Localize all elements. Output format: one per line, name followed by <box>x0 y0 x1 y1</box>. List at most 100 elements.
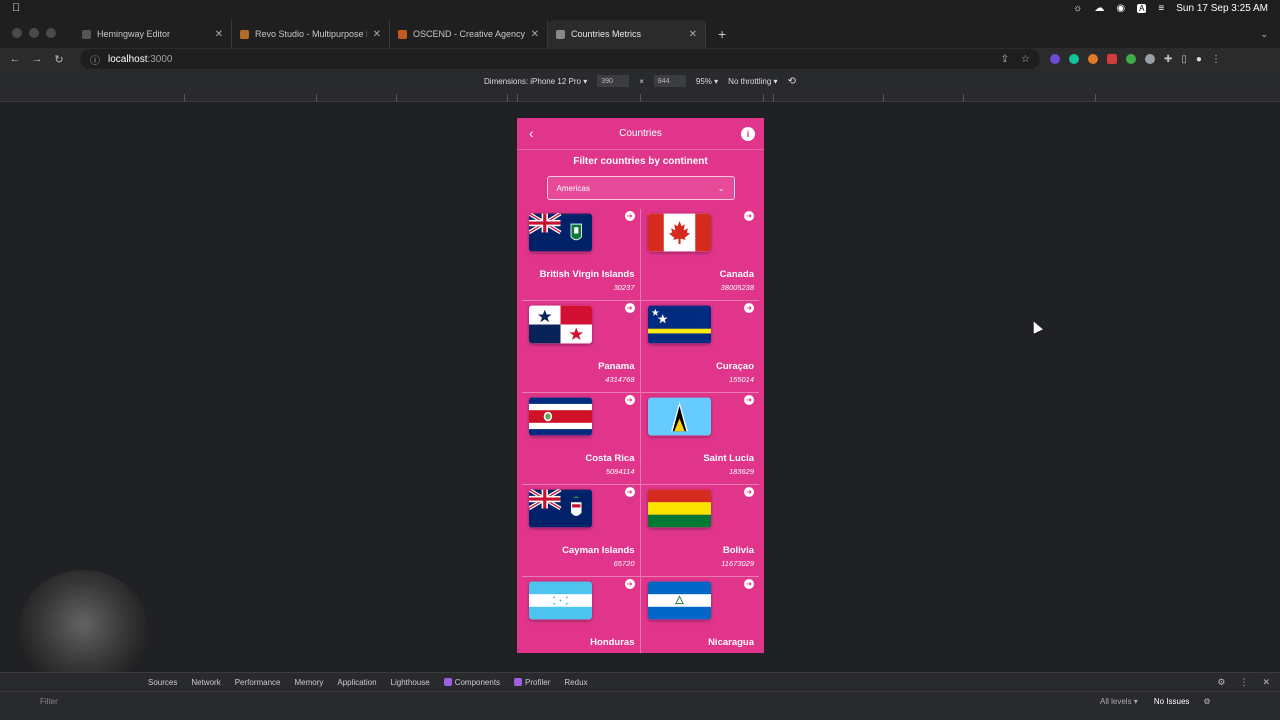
country-card[interactable]: ➜ Nicaragua 6624554 <box>641 577 760 653</box>
close-devtools-icon[interactable]: ✕ <box>1262 677 1270 688</box>
control-center-icon[interactable]: ≡ <box>1158 3 1164 14</box>
tab-search-chevron-icon[interactable]: ⌄ <box>1260 29 1268 40</box>
country-name: Cayman Islands <box>562 545 635 556</box>
devtools-tab[interactable]: Memory <box>295 678 324 687</box>
browser-menu-icon[interactable]: ⋮ <box>1211 54 1221 65</box>
input-source-badge[interactable]: A <box>1137 3 1147 13</box>
close-tab-icon[interactable]: ✕ <box>689 29 697 40</box>
arrow-right-circle-icon[interactable]: ➜ <box>744 579 754 589</box>
country-card[interactable]: ➜ Bolivia 11673029 <box>640 485 759 577</box>
brightness-icon[interactable]: ☼ <box>1073 3 1082 14</box>
arrow-right-circle-icon[interactable]: ➜ <box>744 211 754 221</box>
country-card[interactable]: ➜ Canada 38005238 <box>640 209 759 301</box>
back-arrow-icon[interactable]: ← <box>4 53 26 65</box>
close-tab-icon[interactable]: ✕ <box>215 29 223 40</box>
more-options-icon[interactable]: ⋮ <box>1239 677 1248 688</box>
share-icon[interactable]: ⇪ <box>1001 54 1009 65</box>
country-name: Nicaragua <box>708 637 754 648</box>
devtools-tab[interactable]: Sources <box>148 678 177 687</box>
country-card[interactable]: ➜ Curaçao 155014 <box>640 301 759 393</box>
device-viewport: ‹ Countries i Filter countries by contin… <box>0 102 1280 672</box>
extension-icon[interactable] <box>1050 54 1060 64</box>
app-title: Countries <box>619 128 662 139</box>
flag-canada <box>647 213 711 252</box>
zoom-dropdown[interactable]: 95% ▾ <box>696 77 718 86</box>
arrow-right-circle-icon[interactable]: ➜ <box>624 395 635 405</box>
country-card[interactable]: ➜ British Virgin Islands 30237 <box>522 209 641 301</box>
throttling-dropdown[interactable]: No throttling ▾ <box>728 77 777 86</box>
devtools-tab[interactable]: Performance <box>235 678 281 687</box>
forward-arrow-icon[interactable]: → <box>26 53 48 65</box>
console-settings-icon[interactable]: ⚙ <box>1203 697 1210 706</box>
back-chevron-icon[interactable]: ‹ <box>529 125 534 141</box>
country-name: Panama <box>598 361 635 372</box>
country-card[interactable]: ➜ Cayman Islands 65720 <box>522 485 641 577</box>
extension-icon[interactable] <box>1088 54 1098 64</box>
country-population: 38005238 <box>720 283 754 292</box>
mouse-cursor-icon <box>1029 319 1043 334</box>
country-population: 9904608 <box>605 651 634 653</box>
flag-bolivia <box>647 489 711 528</box>
cloud-icon[interactable]: ☁ <box>1094 3 1104 14</box>
arrow-right-circle-icon[interactable]: ➜ <box>744 395 754 405</box>
settings-gear-icon[interactable]: ⚙ <box>1217 677 1225 688</box>
device-width-input[interactable]: 390 <box>597 75 630 87</box>
extension-icon[interactable] <box>1107 54 1117 64</box>
close-tab-icon[interactable]: ✕ <box>531 29 539 40</box>
app-header: ‹ Countries i <box>517 118 764 150</box>
country-population: 11673029 <box>721 559 754 568</box>
arrow-right-circle-icon[interactable]: ➜ <box>624 303 635 313</box>
country-card[interactable]: ➜ Panama 4314768 <box>522 301 641 393</box>
flag-honduras <box>529 581 592 620</box>
country-name: British Virgin Islands <box>539 269 635 280</box>
new-tab-plus-icon[interactable]: + <box>718 26 726 42</box>
arrow-right-circle-icon[interactable]: ➜ <box>624 579 635 589</box>
country-population: 30237 <box>613 283 635 292</box>
arrow-right-circle-icon[interactable]: ➜ <box>624 211 635 221</box>
devtools-tab[interactable]: Network <box>191 678 220 687</box>
apple-icon[interactable]:  <box>12 2 20 14</box>
country-card[interactable]: ➜ Saint Lucia 183629 <box>640 393 759 485</box>
info-icon[interactable]: i <box>741 127 755 141</box>
user-circle-icon[interactable]: ◉ <box>1116 3 1125 14</box>
browser-tab[interactable]: Hemingway Editor ✕ <box>74 20 232 48</box>
minimize-window-button[interactable] <box>29 28 39 38</box>
site-info-icon[interactable]: ⓘ <box>90 52 100 67</box>
favicon-icon <box>556 29 565 39</box>
devtools-tab-label: Profiler <box>525 677 551 687</box>
arrow-right-circle-icon[interactable]: ➜ <box>624 487 635 497</box>
grammarly-icon[interactable] <box>1069 54 1079 64</box>
browser-tab[interactable]: OSCEND - Creative Agency H ✕ <box>390 20 548 48</box>
continent-select[interactable]: Americas ⌄ <box>546 176 735 200</box>
bookmark-star-icon[interactable]: ☆ <box>1021 54 1030 65</box>
device-height-input[interactable]: 844 <box>653 75 686 87</box>
devtools-tab[interactable]: Redux <box>564 678 587 687</box>
devtools-tab-profiler[interactable]: Profiler <box>514 678 550 687</box>
puzzle-extensions-icon[interactable]: ✚ <box>1164 54 1172 65</box>
menu-clock[interactable]: Sun 17 Sep 3:25 AM <box>1176 3 1268 14</box>
zoom-window-button[interactable] <box>46 28 56 38</box>
devtools-tab[interactable]: Lighthouse <box>391 678 430 687</box>
close-tab-icon[interactable]: ✕ <box>373 29 381 40</box>
extension-icon[interactable] <box>1145 54 1155 64</box>
browser-tab-active[interactable]: Countries Metrics ✕ <box>548 20 706 48</box>
browser-tab[interactable]: Revo Studio - Multipurpose La ✕ <box>232 20 390 48</box>
devtools-tab[interactable]: Application <box>337 678 376 687</box>
reload-icon[interactable]: ↻ <box>48 53 70 66</box>
country-card[interactable]: ➜ Costa Rica 5094114 <box>522 393 641 485</box>
country-card[interactable]: ➜ Honduras 9904608 <box>522 577 641 653</box>
arrow-right-circle-icon[interactable]: ➜ <box>744 487 754 497</box>
console-filter-input[interactable]: Filter <box>40 697 1100 706</box>
log-levels-dropdown[interactable]: All levels ▾ <box>1100 697 1138 706</box>
side-panel-icon[interactable]: ▯ <box>1181 54 1187 65</box>
rotate-icon[interactable]: ⟲ <box>788 76 796 87</box>
devtools-tab-components[interactable]: Components <box>443 678 500 687</box>
profile-avatar-icon[interactable]: ● <box>1196 54 1202 65</box>
media-query-ruler <box>0 92 1280 102</box>
address-bar[interactable]: ⓘ localhost:3000 ⇪ ☆ <box>80 49 1040 69</box>
issues-counter[interactable]: No Issues <box>1154 697 1190 706</box>
close-window-button[interactable] <box>12 28 22 38</box>
arrow-right-circle-icon[interactable]: ➜ <box>744 303 754 313</box>
device-dimensions-dropdown[interactable]: Dimensions: iPhone 12 Pro ▾ <box>484 77 587 86</box>
extension-icon[interactable] <box>1126 54 1136 64</box>
